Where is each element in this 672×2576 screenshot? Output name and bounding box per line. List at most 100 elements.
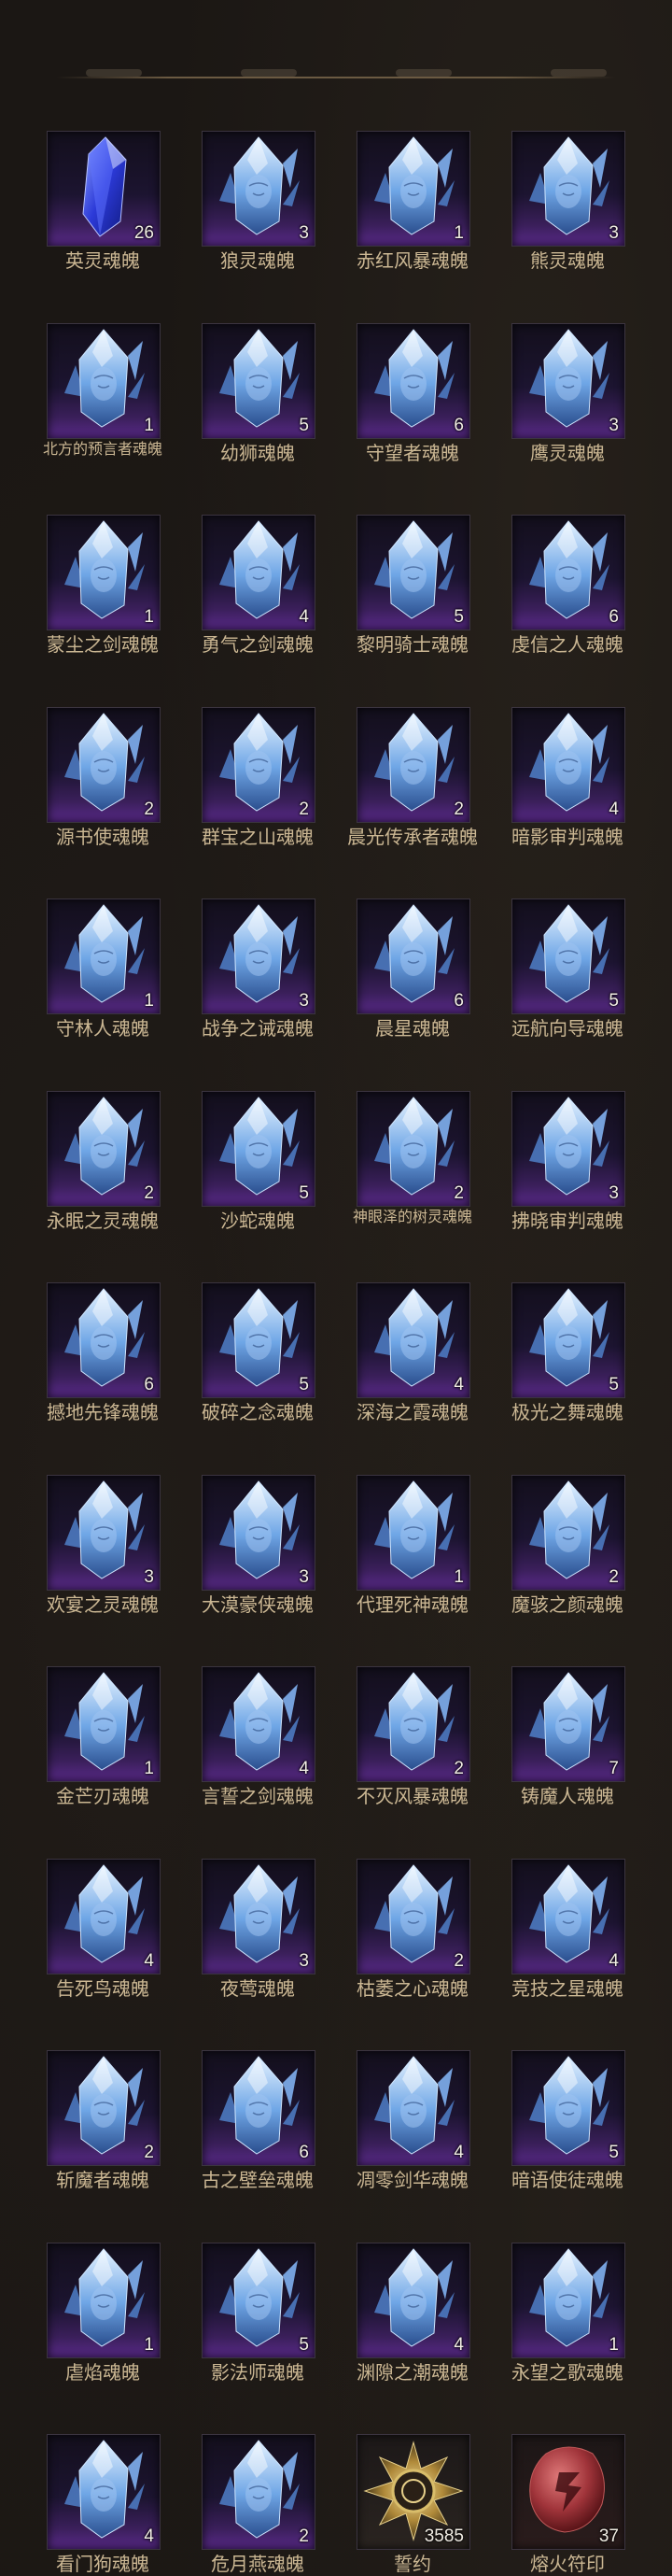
item-icon-slot[interactable]: 6 <box>511 515 625 630</box>
soul-crystal-icon <box>529 1288 609 1387</box>
item-icon-slot[interactable]: 6 <box>202 2050 315 2166</box>
item-count: 4 <box>609 1951 619 1971</box>
item-icon-slot[interactable]: 5 <box>511 1282 625 1398</box>
item-icon-slot[interactable]: 3585 <box>357 2434 470 2550</box>
item-icon-slot[interactable]: 2 <box>357 1666 470 1782</box>
item-name: 虔信之人魂魄 <box>511 633 623 656</box>
item-count: 2 <box>144 2143 154 2162</box>
item-icon-slot[interactable]: 6 <box>47 1282 161 1398</box>
item-icon-slot[interactable]: 3 <box>202 899 315 1014</box>
item-icon-slot[interactable]: 3 <box>47 1475 161 1591</box>
item-icon-slot[interactable]: 2 <box>47 1091 161 1207</box>
item-icon-slot[interactable]: 3 <box>202 131 315 247</box>
item-icon-slot[interactable]: 1 <box>357 1475 470 1591</box>
item-count: 5 <box>609 991 619 1011</box>
item-count: 2 <box>299 2526 309 2546</box>
item-icon-slot[interactable]: 4 <box>511 1859 625 1974</box>
soul-crystal-icon <box>529 329 609 428</box>
item-icon-slot[interactable]: 1 <box>47 515 161 630</box>
item-icon-slot[interactable]: 1 <box>47 2243 161 2358</box>
soul-crystal-icon <box>374 520 455 619</box>
item-icon-slot[interactable]: 4 <box>357 2243 470 2358</box>
item-count: 1 <box>454 1567 464 1587</box>
item-count: 2 <box>609 1567 619 1587</box>
soul-crystal-icon <box>219 2248 300 2347</box>
item-icon-slot[interactable]: 2 <box>47 2050 161 2166</box>
item-icon-slot[interactable]: 4 <box>511 707 625 823</box>
item-icon-slot[interactable]: 2 <box>511 1475 625 1591</box>
item-count: 6 <box>454 416 464 435</box>
item-count: 1 <box>454 223 464 243</box>
item-count: 4 <box>609 800 619 819</box>
item-count: 2 <box>144 1183 154 1203</box>
item-icon-slot[interactable]: 5 <box>357 515 470 630</box>
item-count: 5 <box>299 1375 309 1394</box>
soul-crystal-icon <box>529 1672 609 1771</box>
item-icon-slot[interactable]: 5 <box>202 323 315 439</box>
item-count: 6 <box>454 991 464 1011</box>
item-icon-slot[interactable]: 2 <box>202 2434 315 2550</box>
soul-crystal-icon <box>64 1288 145 1387</box>
item-icon-slot[interactable]: 1 <box>47 899 161 1014</box>
soul-crystal-icon <box>64 1480 145 1579</box>
item-icon-slot[interactable]: 37 <box>511 2434 625 2550</box>
item-icon-slot[interactable]: 4 <box>47 2434 161 2550</box>
item-icon-slot[interactable]: 5 <box>202 2243 315 2358</box>
item-icon-slot[interactable]: 6 <box>357 899 470 1014</box>
soul-crystal-icon <box>219 520 300 619</box>
item-count: 5 <box>299 1183 309 1203</box>
item-count: 3 <box>609 1183 619 1203</box>
soul-crystal-icon <box>64 520 145 619</box>
item-icon-slot[interactable]: 4 <box>357 2050 470 2166</box>
item-count: 2 <box>144 800 154 819</box>
item-name: 熔火符印 <box>530 2553 605 2575</box>
item-icon-slot[interactable]: 2 <box>47 707 161 823</box>
item-count: 3 <box>609 416 619 435</box>
item-count: 2 <box>299 800 309 819</box>
item-icon-slot[interactable]: 26 <box>47 131 161 247</box>
soul-crystal-icon <box>219 1864 300 1963</box>
item-icon-slot[interactable]: 2 <box>357 1859 470 1974</box>
item-name: 鹰灵魂魄 <box>530 442 605 464</box>
item-icon-slot[interactable]: 5 <box>511 2050 625 2166</box>
item-count: 26 <box>133 223 154 243</box>
item-icon-slot[interactable]: 1 <box>47 323 161 439</box>
item-icon-slot[interactable]: 3 <box>202 1859 315 1974</box>
item-count: 5 <box>299 416 309 435</box>
item-icon-slot[interactable]: 2 <box>357 707 470 823</box>
item-count: 1 <box>144 416 154 435</box>
item-icon-slot[interactable]: 5 <box>202 1091 315 1207</box>
item-icon-slot[interactable]: 2 <box>202 707 315 823</box>
item-icon-slot[interactable]: 1 <box>357 131 470 247</box>
item-icon-slot[interactable]: 4 <box>47 1859 161 1974</box>
soul-crystal-icon <box>219 1480 300 1579</box>
soul-crystal-icon <box>219 2056 300 2155</box>
item-icon-slot[interactable]: 3 <box>511 1091 625 1207</box>
item-icon-slot[interactable]: 4 <box>202 1666 315 1782</box>
item-icon-slot[interactable]: 1 <box>511 2243 625 2358</box>
item-icon-slot[interactable]: 3 <box>511 323 625 439</box>
item-icon-slot[interactable]: 6 <box>357 323 470 439</box>
soul-crystal-icon <box>529 136 609 235</box>
soul-crystal-icon <box>219 1097 300 1196</box>
soul-crystal-icon <box>64 1864 145 1963</box>
soul-crystal-icon <box>374 2248 455 2347</box>
soul-crystal-icon <box>64 713 145 812</box>
soul-crystal-icon <box>374 1864 455 1963</box>
item-icon-slot[interactable]: 5 <box>511 899 625 1014</box>
item-count: 7 <box>609 1759 619 1778</box>
item-count: 3 <box>299 991 309 1011</box>
item-icon-slot[interactable]: 1 <box>47 1666 161 1782</box>
item-icon-slot[interactable]: 4 <box>202 515 315 630</box>
item-icon-slot[interactable]: 5 <box>202 1282 315 1398</box>
soul-crystal-icon <box>374 1480 455 1579</box>
item-icon-slot[interactable]: 2 <box>357 1091 470 1207</box>
soul-crystal-icon <box>374 2056 455 2155</box>
item-count: 4 <box>454 2335 464 2355</box>
item-icon-slot[interactable]: 3 <box>202 1475 315 1591</box>
item-icon-slot[interactable]: 4 <box>357 1282 470 1398</box>
soul-crystal-icon <box>219 713 300 812</box>
soul-crystal-icon <box>374 713 455 812</box>
item-icon-slot[interactable]: 3 <box>511 131 625 247</box>
item-icon-slot[interactable]: 7 <box>511 1666 625 1782</box>
